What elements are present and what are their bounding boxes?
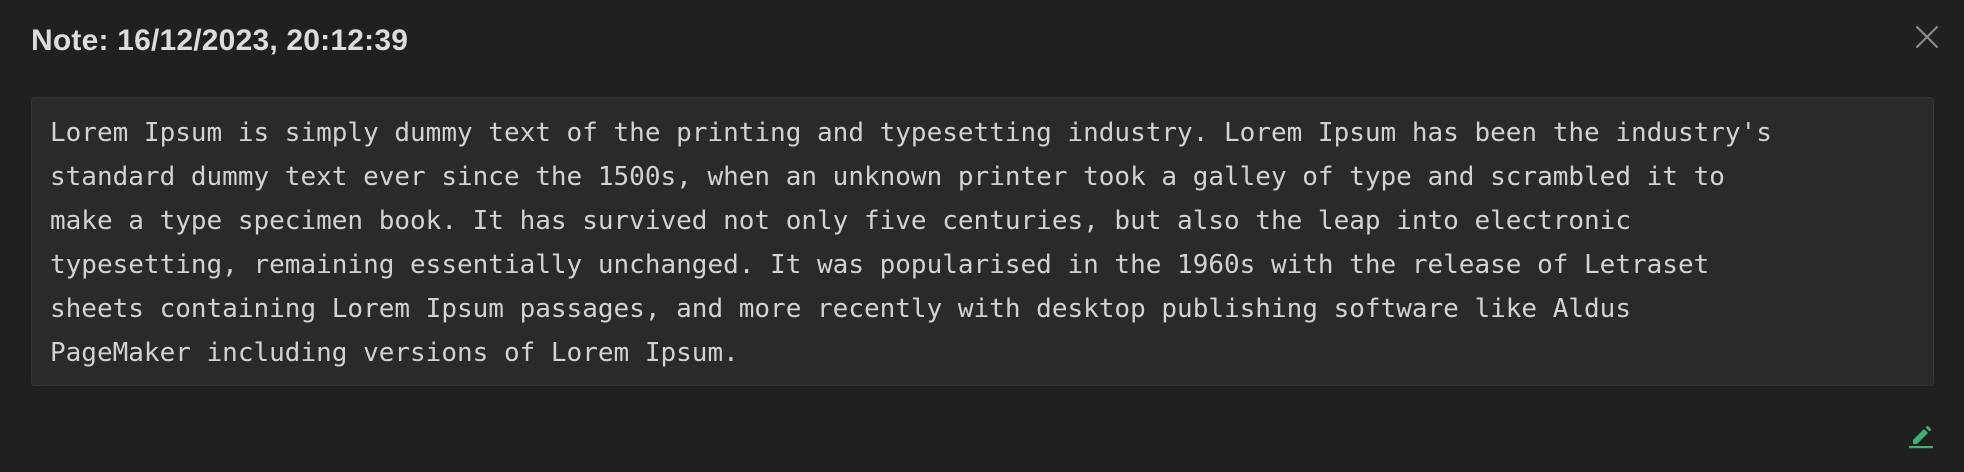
note-content-box: Lorem Ipsum is simply dummy text of the … xyxy=(31,97,1934,386)
edit-button[interactable] xyxy=(1906,420,1936,450)
close-button[interactable] xyxy=(1912,22,1942,52)
note-dialog: Note: 16/12/2023, 20:12:39 Lorem Ipsum i… xyxy=(0,0,1964,472)
note-text: Lorem Ipsum is simply dummy text of the … xyxy=(50,118,1772,368)
close-icon xyxy=(1915,25,1939,49)
dialog-title: Note: 16/12/2023, 20:12:39 xyxy=(31,24,409,57)
pencil-icon xyxy=(1909,425,1933,449)
